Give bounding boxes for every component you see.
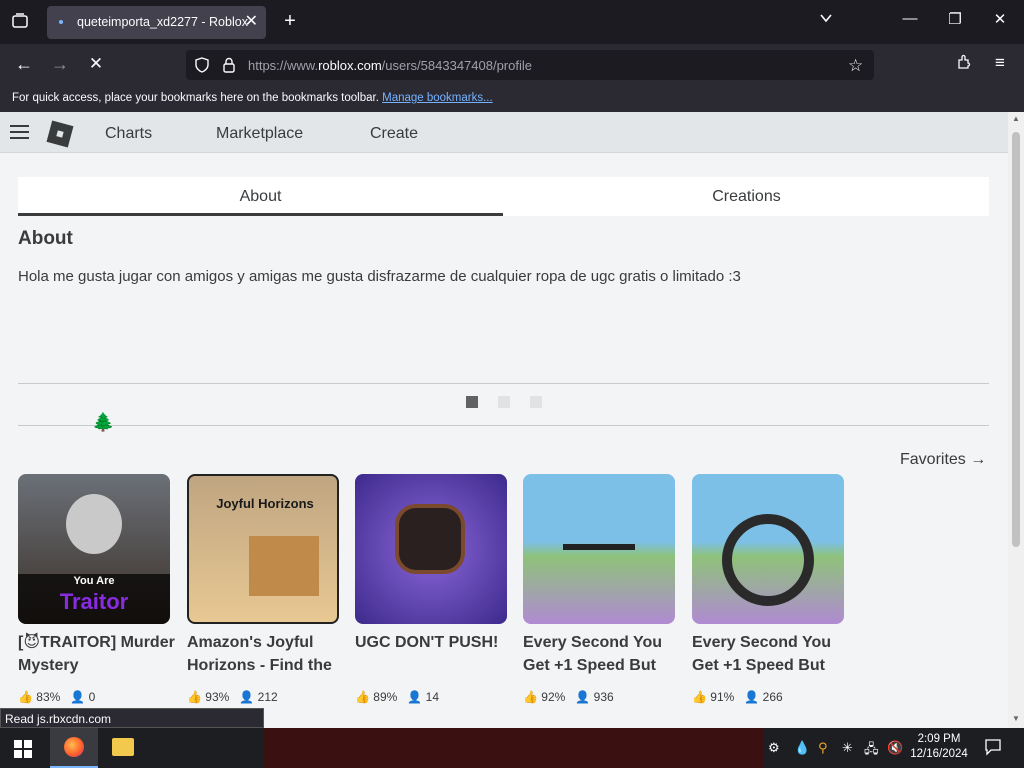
roblox-header: Charts Marketplace Create: [0, 112, 1008, 153]
roblox-logo-icon[interactable]: [44, 118, 74, 153]
tab-title: queteimporta_xd2277 - Roblox: [77, 15, 248, 29]
firefox-icon: [64, 737, 84, 757]
arrow-right-icon: →: [970, 451, 987, 468]
nav-marketplace[interactable]: Marketplace: [216, 125, 303, 143]
favorites-label: Favorites: [900, 451, 966, 468]
game-name[interactable]: Amazon's Joyful Horizons - Find the: [187, 631, 347, 677]
bookmarks-hint: For quick access, place your bookmarks h…: [12, 92, 379, 104]
list-all-tabs-icon[interactable]: [816, 10, 836, 30]
bookmark-star-icon[interactable]: ☆: [848, 56, 863, 76]
game-stats: 👍 83% 👤 0: [18, 690, 96, 704]
status-tooltip: Read js.rbxcdn.com: [0, 708, 264, 728]
game-stats: 👍 89% 👤 14: [355, 690, 439, 704]
players-icon: 👤: [70, 690, 86, 704]
game-stats: 👍 93% 👤 212: [187, 690, 278, 704]
game-name[interactable]: Every Second You Get +1 Speed But: [523, 631, 683, 677]
file-explorer-icon[interactable]: [112, 738, 134, 756]
network-icon[interactable]: 🖧: [864, 740, 879, 762]
menu-icon[interactable]: ≡: [990, 53, 1010, 73]
address-bar[interactable]: https://www.roblox.com/users/5843347408/…: [186, 50, 874, 80]
players-icon: 👤: [239, 690, 255, 704]
tray-search-icon[interactable]: ⚲: [818, 740, 828, 756]
thumbs-up-icon: 👍: [187, 690, 202, 704]
tray-drop-icon[interactable]: 💧: [794, 740, 810, 756]
tab-about[interactable]: About: [18, 177, 503, 216]
volume-muted-icon[interactable]: 🔇: [887, 740, 903, 756]
carousel-dot[interactable]: [530, 396, 542, 408]
browser-tab-active[interactable]: queteimporta_xd2277 - Roblox ✕: [47, 6, 266, 39]
extensions-icon[interactable]: [954, 54, 974, 74]
game-name[interactable]: Every Second You Get +1 Speed But: [692, 631, 852, 677]
game-stats: 👍 92% 👤 936: [523, 690, 614, 704]
windows-start-icon[interactable]: [14, 740, 32, 763]
notifications-icon[interactable]: [984, 738, 1002, 761]
game-thumbnail[interactable]: Joyful Horizons: [187, 474, 339, 624]
page-scrollbar[interactable]: ▲ ▼: [1008, 112, 1024, 728]
shield-icon[interactable]: [194, 57, 210, 78]
about-description: Hola me gusta jugar con amigos y amigas …: [18, 268, 741, 285]
profile-tabs: About Creations: [18, 177, 989, 216]
tray-brightness-icon[interactable]: ✳: [842, 740, 853, 756]
manage-bookmarks-link[interactable]: Manage bookmarks...: [382, 92, 493, 104]
thumbs-up-icon: 👍: [692, 690, 707, 704]
clock-date: 12/16/2024: [910, 748, 968, 760]
game-name[interactable]: UGC DON'T PUSH!: [355, 631, 515, 654]
scroll-up-icon[interactable]: ▲: [1012, 114, 1020, 123]
taskbar-background-art: [264, 728, 764, 768]
divider: [18, 425, 989, 426]
nav-charts[interactable]: Charts: [105, 125, 152, 143]
divider: [18, 383, 989, 384]
scrollbar-thumb[interactable]: [1012, 132, 1020, 547]
taskbar-clock[interactable]: 2:09 PM 12/16/2024: [908, 732, 970, 762]
tab-close-icon[interactable]: ✕: [245, 12, 258, 32]
url-text[interactable]: https://www.roblox.com/users/5843347408/…: [248, 58, 532, 73]
bookmarks-toolbar: For quick access, place your bookmarks h…: [0, 86, 1024, 112]
carousel-dot-active[interactable]: [466, 396, 478, 408]
players-icon: 👤: [407, 690, 423, 704]
thumbs-up-icon: 👍: [18, 690, 33, 704]
close-window-icon[interactable]: ✕: [990, 10, 1010, 28]
active-tab-indicator: [18, 213, 503, 216]
back-icon[interactable]: ←: [14, 54, 34, 75]
thumbs-up-icon: 👍: [523, 690, 538, 704]
players-icon: 👤: [744, 690, 760, 704]
game-thumbnail[interactable]: [355, 474, 507, 624]
windows-taskbar: ⚙ 💧 ⚲ ✳ 🖧 🔇 2:09 PM 12/16/2024: [0, 728, 1024, 768]
favorites-link[interactable]: Favorites →: [900, 451, 986, 469]
minimize-icon[interactable]: —: [900, 10, 920, 27]
about-heading: About: [18, 228, 73, 249]
tree-icon: 🌲: [92, 412, 115, 432]
restore-icon[interactable]: ❐: [945, 10, 965, 28]
page-content: Charts Marketplace Create About Creation…: [0, 112, 1008, 728]
stop-loading-icon[interactable]: ✕: [86, 54, 106, 74]
lock-icon[interactable]: [222, 57, 236, 78]
scroll-down-icon[interactable]: ▼: [1012, 714, 1020, 723]
tray-app-icon[interactable]: ⚙: [768, 740, 780, 756]
players-icon: 👤: [575, 690, 591, 704]
game-thumbnail[interactable]: [523, 474, 675, 624]
forward-icon[interactable]: →: [50, 54, 70, 75]
game-thumbnail[interactable]: You Are Traitor: [18, 474, 170, 624]
tab-loading-icon: [59, 20, 63, 24]
thumbs-up-icon: 👍: [355, 690, 370, 704]
tab-list-icon[interactable]: [10, 12, 30, 34]
nav-create[interactable]: Create: [370, 125, 418, 143]
taskbar-firefox[interactable]: [50, 728, 98, 768]
game-stats: 👍 91% 👤 266: [692, 690, 783, 704]
new-tab-icon[interactable]: +: [280, 10, 300, 33]
game-name[interactable]: [😈TRAITOR] Murder Mystery: [18, 631, 178, 677]
clock-time: 2:09 PM: [917, 733, 961, 745]
hamburger-menu-icon[interactable]: [10, 124, 30, 145]
browser-nav-bar: ← → ✕ https://www.roblox.com/users/58433…: [0, 44, 1024, 86]
browser-tab-bar: queteimporta_xd2277 - Roblox ✕ + — ❐ ✕: [0, 0, 1024, 44]
game-thumbnail[interactable]: [692, 474, 844, 624]
carousel-dot[interactable]: [498, 396, 510, 408]
tab-creations[interactable]: Creations: [504, 177, 989, 216]
